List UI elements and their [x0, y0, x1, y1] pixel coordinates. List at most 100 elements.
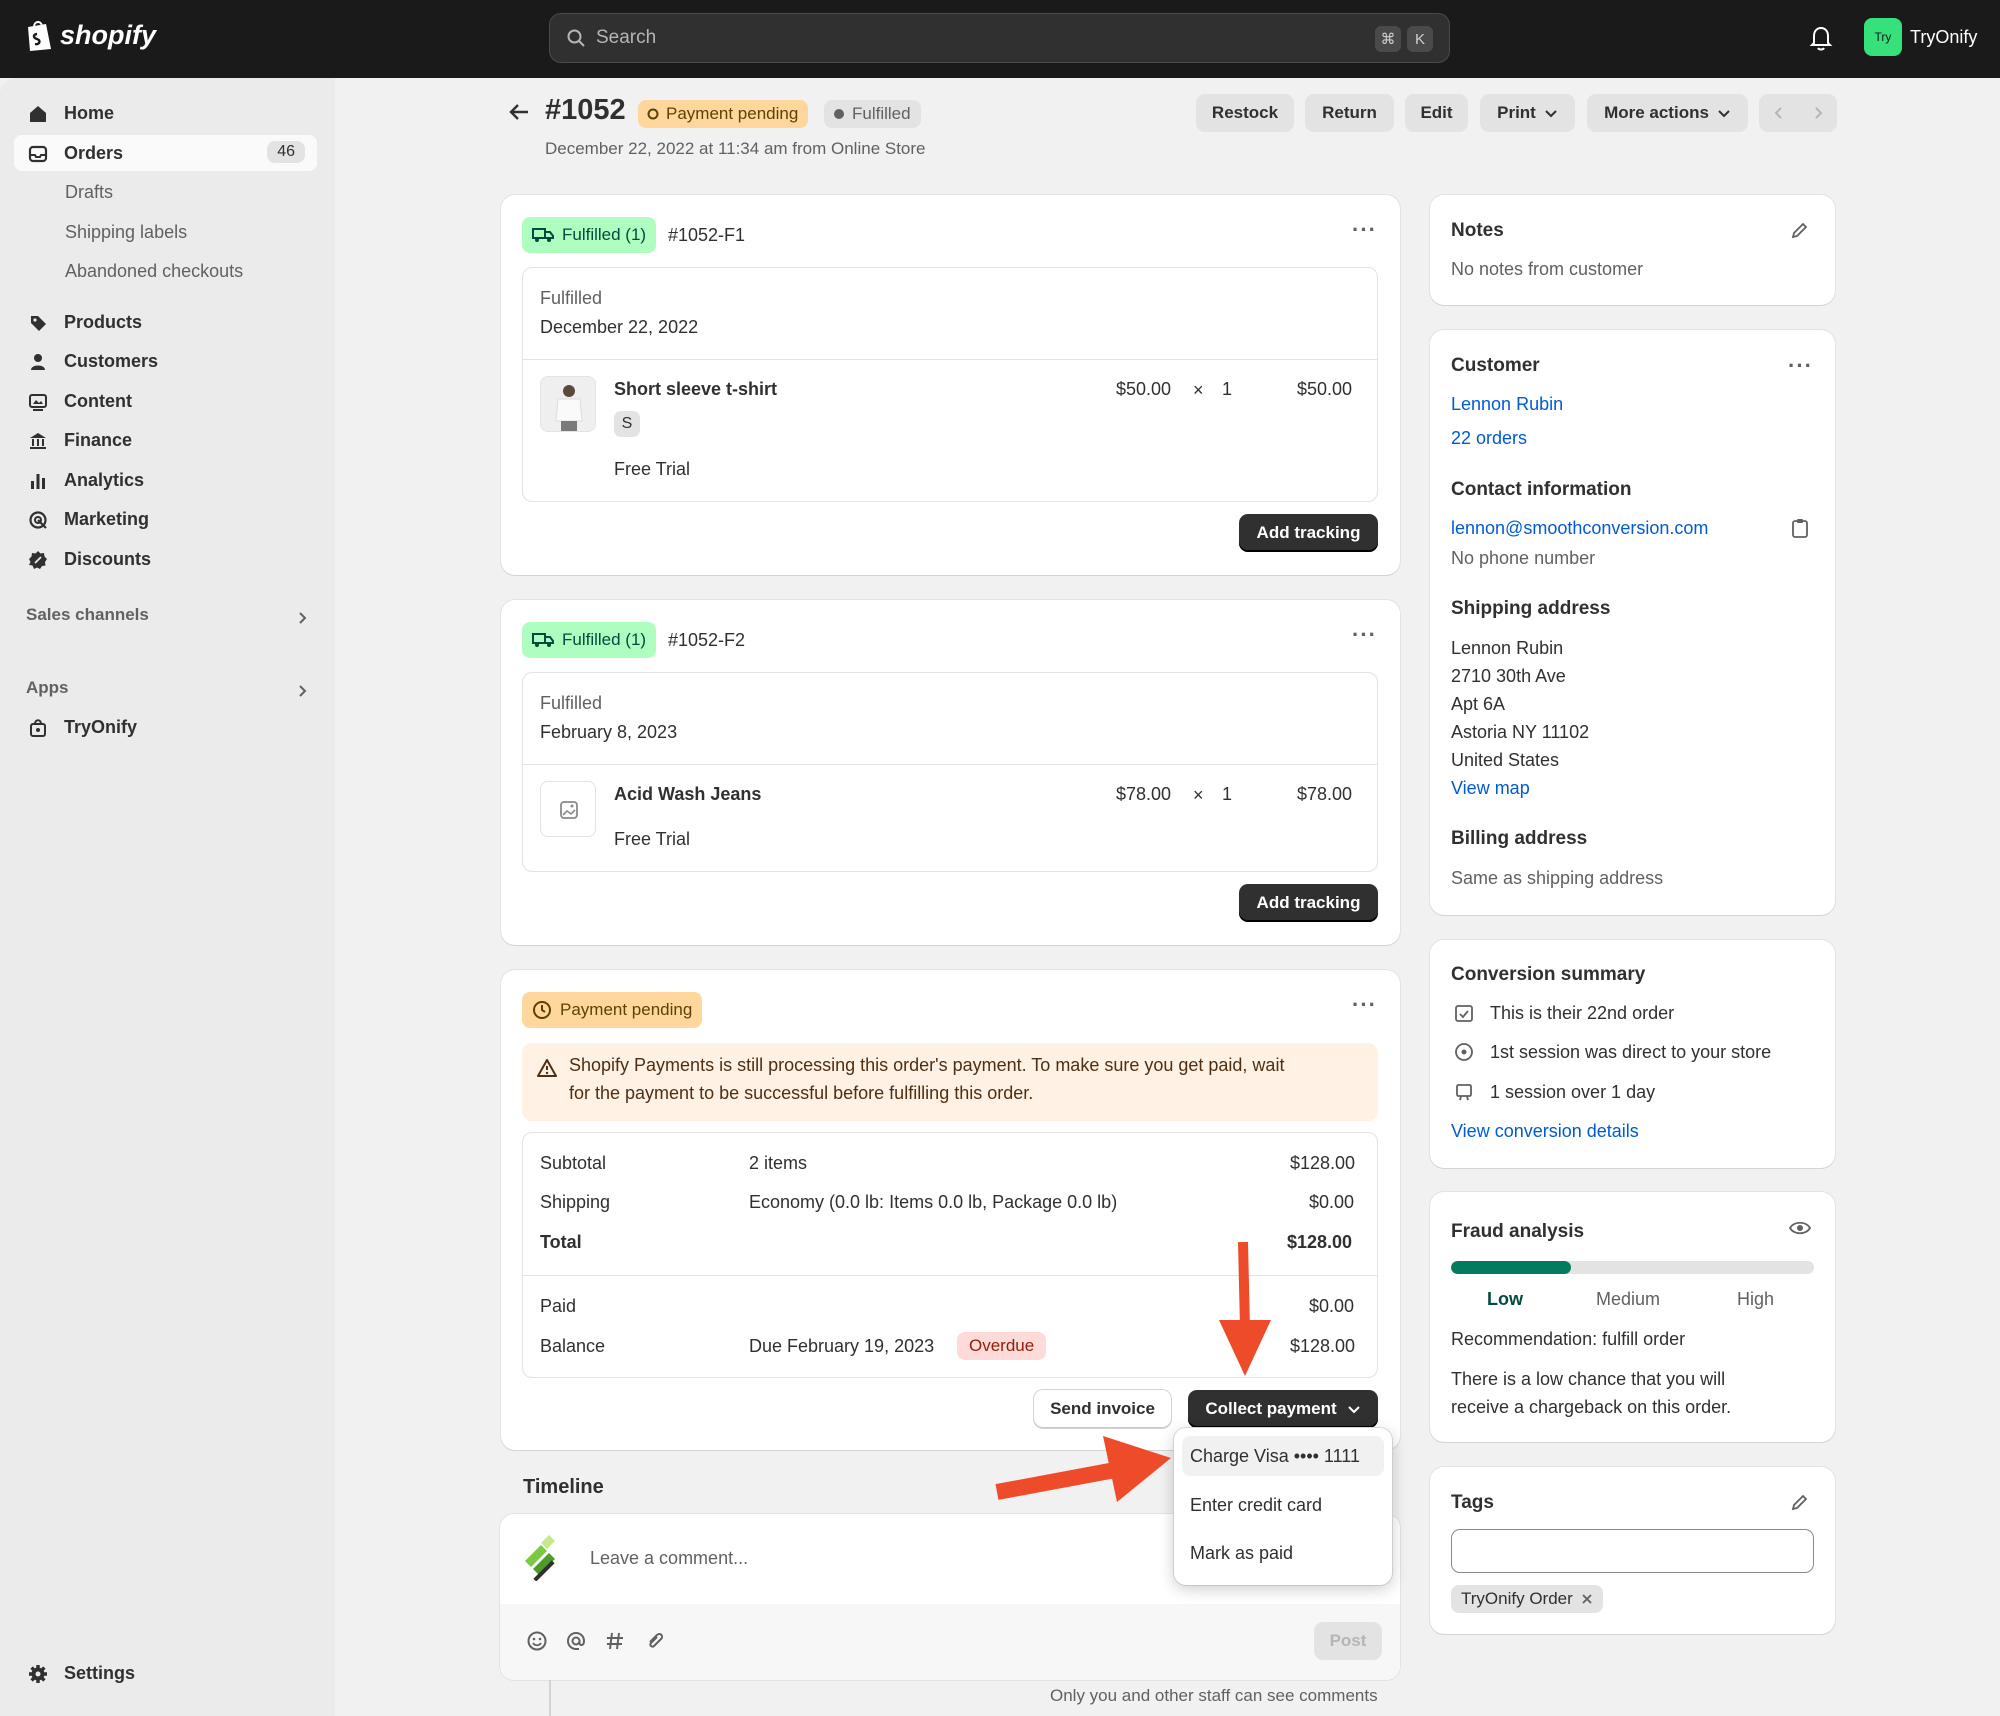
- sidebar-item-content[interactable]: Content: [14, 383, 317, 419]
- edit-button[interactable]: Edit: [1405, 94, 1468, 132]
- chevron-right-icon[interactable]: [296, 611, 310, 625]
- sidebar-item-settings[interactable]: Settings: [14, 1655, 317, 1691]
- avatar: Try: [1864, 18, 1902, 56]
- contact-info-title: Contact information: [1451, 479, 1632, 500]
- product-thumbnail[interactable]: [540, 376, 596, 432]
- fraud-risk-bar: [1451, 1261, 1814, 1274]
- search-input[interactable]: Search ⌘ K: [549, 13, 1450, 63]
- shopify-bag-icon: [28, 21, 51, 51]
- sidebar-item-products[interactable]: Products: [14, 304, 317, 340]
- fraud-level-low: Low: [1487, 1289, 1523, 1309]
- sidebar-item-label: Orders: [64, 142, 124, 163]
- unit-price: $50.00: [1116, 379, 1172, 399]
- chevron-down-icon: [1347, 1406, 1360, 1414]
- person-icon: [31, 354, 45, 370]
- chevron-down-icon: [1545, 110, 1557, 118]
- sidebar-item-abandoned-checkouts[interactable]: Abandoned checkouts: [65, 261, 243, 282]
- image-icon: [29, 394, 47, 411]
- mark-as-paid-menu-item[interactable]: Mark as paid: [1182, 1533, 1384, 1573]
- billing-address-text: Same as shipping address: [1451, 868, 1664, 888]
- more-options-icon[interactable]: ···: [1788, 353, 1813, 379]
- paid-value: $0.00: [1309, 1296, 1355, 1316]
- sidebar-item-home[interactable]: Home: [14, 95, 317, 131]
- orders-count-badge: 46: [267, 141, 305, 163]
- sidebar-section-sales-channels[interactable]: Sales channels: [26, 605, 149, 625]
- hashtag-icon[interactable]: [604, 1630, 626, 1652]
- tags-title: Tags: [1451, 1492, 1494, 1513]
- shipping-value: $0.00: [1309, 1192, 1355, 1212]
- product-thumbnail[interactable]: [540, 781, 596, 837]
- previous-order-button[interactable]: [1759, 94, 1798, 132]
- more-options-icon[interactable]: ···: [1352, 992, 1377, 1018]
- discount-icon: [29, 551, 47, 569]
- sidebar-item-customers[interactable]: Customers: [14, 343, 317, 379]
- sidebar-item-discounts[interactable]: Discounts: [14, 541, 317, 577]
- pencil-icon[interactable]: [1790, 1492, 1810, 1512]
- next-order-button[interactable]: [1798, 94, 1837, 132]
- shopify-logo[interactable]: shopify: [24, 18, 156, 52]
- view-map-link[interactable]: View map: [1451, 778, 1530, 799]
- fulfilled-badge: Fulfilled (1): [522, 622, 657, 658]
- fulfillment-id: #1052-F2: [668, 630, 746, 650]
- total-label: Total: [540, 1232, 582, 1252]
- send-invoice-button[interactable]: Send invoice: [1034, 1390, 1171, 1428]
- customer-email-link[interactable]: lennon@smoothconversion.com: [1451, 518, 1708, 539]
- inbox-icon: [28, 145, 48, 163]
- shortcut-cmd-key: ⌘: [1375, 26, 1401, 52]
- calendar-icon: [1456, 1084, 1472, 1101]
- sidebar-item-shipping-labels[interactable]: Shipping labels: [65, 222, 187, 243]
- post-button[interactable]: Post: [1314, 1622, 1382, 1660]
- add-tracking-button[interactable]: Add tracking: [1239, 514, 1378, 552]
- attachment-icon[interactable]: [644, 1630, 666, 1652]
- store-name: TryOnify: [1910, 26, 1978, 47]
- product-name-link[interactable]: Acid Wash Jeans: [614, 784, 761, 805]
- eye-icon[interactable]: [1788, 1218, 1812, 1238]
- collect-payment-button[interactable]: Collect payment: [1188, 1390, 1378, 1428]
- clipboard-icon[interactable]: [1790, 517, 1810, 539]
- comment-toolbar: [500, 1604, 1400, 1680]
- target-icon: [29, 511, 47, 529]
- search-icon: [567, 29, 585, 47]
- sidebar-item-finance[interactable]: Finance: [14, 422, 317, 458]
- mention-icon[interactable]: [565, 1630, 587, 1652]
- pencil-icon[interactable]: [1790, 220, 1810, 240]
- customer-orders-link[interactable]: 22 orders: [1451, 428, 1527, 449]
- view-conversion-details-link[interactable]: View conversion details: [1451, 1121, 1639, 1142]
- bell-icon[interactable]: [1808, 24, 1834, 52]
- chevron-right-icon: [1814, 107, 1822, 119]
- add-tracking-button[interactable]: Add tracking: [1239, 884, 1378, 922]
- sidebar-item-label: TryOnify: [64, 716, 138, 737]
- fraud-risk-fill: [1451, 1261, 1571, 1274]
- product-name-link[interactable]: Short sleeve t-shirt: [614, 379, 777, 400]
- conversion-title: Conversion summary: [1451, 964, 1646, 985]
- more-options-icon[interactable]: ···: [1352, 622, 1377, 648]
- tag-chip: TryOnify Order: [1451, 1585, 1603, 1613]
- page-title: #1052: [545, 94, 626, 126]
- sidebar-item-analytics[interactable]: Analytics: [14, 462, 317, 498]
- back-arrow-icon[interactable]: [508, 102, 530, 122]
- store-menu[interactable]: Try TryOnify: [1864, 18, 1977, 56]
- more-actions-button[interactable]: More actions: [1587, 94, 1748, 132]
- shipping-label: Shipping: [540, 1192, 611, 1212]
- return-button[interactable]: Return: [1305, 94, 1394, 132]
- comment-input[interactable]: Leave a comment...: [590, 1548, 748, 1569]
- sidebar-item-marketing[interactable]: Marketing: [14, 501, 317, 537]
- fulfilled-badge: Fulfilled (1): [522, 217, 657, 253]
- tags-input[interactable]: [1451, 1529, 1814, 1573]
- print-button[interactable]: Print: [1480, 94, 1575, 132]
- more-options-icon[interactable]: ···: [1352, 217, 1377, 243]
- charge-visa-menu-item[interactable]: Charge Visa •••• 1111: [1182, 1436, 1384, 1476]
- restock-button[interactable]: Restock: [1196, 94, 1294, 132]
- selling-plan: Free Trial: [614, 459, 691, 479]
- sidebar-item-drafts[interactable]: Drafts: [65, 182, 113, 203]
- enter-credit-card-menu-item[interactable]: Enter credit card: [1182, 1485, 1384, 1525]
- close-icon[interactable]: [1581, 1593, 1593, 1605]
- sidebar-item-orders[interactable]: Orders 46: [14, 135, 317, 171]
- sidebar-section-apps[interactable]: Apps: [26, 678, 69, 698]
- customer-name-link[interactable]: Lennon Rubin: [1451, 394, 1563, 415]
- chevron-right-icon[interactable]: [296, 684, 310, 698]
- line-total: $50.00: [1297, 379, 1353, 399]
- sidebar-item-label: Products: [64, 311, 143, 332]
- emoji-icon[interactable]: [526, 1630, 548, 1652]
- sidebar-item-tryonify[interactable]: TryOnify: [14, 709, 317, 745]
